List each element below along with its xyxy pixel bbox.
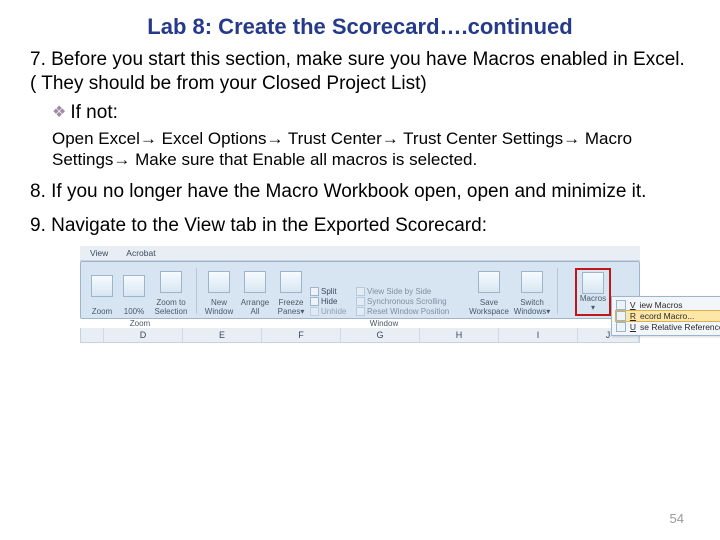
zoom-100-icon[interactable] xyxy=(123,275,145,297)
step-7: 7. Before you start this section, make s… xyxy=(30,48,690,96)
window-compare-buttons: View Side by Side Synchronous Scrolling … xyxy=(356,287,449,316)
window-small-buttons: Split Hide Unhide xyxy=(310,287,346,316)
col-i[interactable]: I xyxy=(499,328,578,342)
col-g[interactable]: G xyxy=(341,328,420,342)
ribbon-tab-strip: View Acrobat xyxy=(80,246,640,261)
view-side-by-side-button[interactable]: View Side by Side xyxy=(356,287,449,296)
macros-icon[interactable] xyxy=(582,272,604,294)
new-window-icon[interactable] xyxy=(208,271,230,293)
freeze-panes-button[interactable]: FreezePanes▾ xyxy=(278,299,305,316)
macros-button[interactable]: Macros▾ xyxy=(580,295,606,312)
use-relative-refs-menu-item[interactable]: Use Relative References xyxy=(616,321,720,333)
page-number: 54 xyxy=(670,511,684,526)
save-workspace-icon[interactable] xyxy=(478,271,500,293)
col-f[interactable]: F xyxy=(262,328,341,342)
slide-title: Lab 8: Create the Scorecard….continued xyxy=(30,14,690,40)
sync-scrolling-button[interactable]: Synchronous Scrolling xyxy=(356,297,449,306)
col-h[interactable]: H xyxy=(420,328,499,342)
col-e[interactable]: E xyxy=(183,328,262,342)
new-window-button[interactable]: NewWindow xyxy=(205,299,233,316)
zoom-group-label: Zoom xyxy=(86,319,194,328)
freeze-panes-icon[interactable] xyxy=(280,271,302,293)
worksheet-column-headers: D E F G H I J xyxy=(80,328,640,343)
col-d[interactable]: D xyxy=(104,328,183,342)
tab-view[interactable]: View xyxy=(90,248,108,258)
macros-dropdown-menu: View Macros Record Macro... Use Relative… xyxy=(611,296,720,336)
if-not-label: If not: xyxy=(70,102,118,124)
save-workspace-button[interactable]: SaveWorkspace xyxy=(469,299,509,316)
zoom-100-button[interactable]: 100% xyxy=(124,308,144,316)
hide-button[interactable]: Hide xyxy=(310,297,346,306)
reset-window-pos-button[interactable]: Reset Window Position xyxy=(356,307,449,316)
macro-enable-path: Open Excel→ Excel Options→ Trust Center→… xyxy=(52,128,690,171)
if-not-bullet: ❖ If not: xyxy=(52,102,690,124)
zoom-selection-icon[interactable] xyxy=(160,271,182,293)
window-group-label: Window xyxy=(194,319,574,328)
excel-ribbon-figure: View Acrobat Zoom 100% Zoom toSelection … xyxy=(80,246,640,343)
arrange-all-button[interactable]: ArrangeAll xyxy=(241,299,269,316)
arrange-all-icon[interactable] xyxy=(244,271,266,293)
macros-highlight-box: Macros▾ View Macros Record Macro... Use … xyxy=(575,268,611,316)
switch-windows-button[interactable]: SwitchWindows▾ xyxy=(514,299,550,316)
switch-windows-icon[interactable] xyxy=(521,271,543,293)
zoom-icon[interactable] xyxy=(91,275,113,297)
split-button[interactable]: Split xyxy=(310,287,346,296)
tab-acrobat[interactable]: Acrobat xyxy=(126,248,155,258)
zoom-button[interactable]: Zoom xyxy=(92,308,112,316)
step-9: 9. Navigate to the View tab in the Expor… xyxy=(30,214,690,238)
step-8: 8. If you no longer have the Macro Workb… xyxy=(30,180,690,204)
diamond-bullet-icon: ❖ xyxy=(52,102,66,124)
unhide-button[interactable]: Unhide xyxy=(310,307,346,316)
zoom-selection-button[interactable]: Zoom toSelection xyxy=(155,299,188,316)
